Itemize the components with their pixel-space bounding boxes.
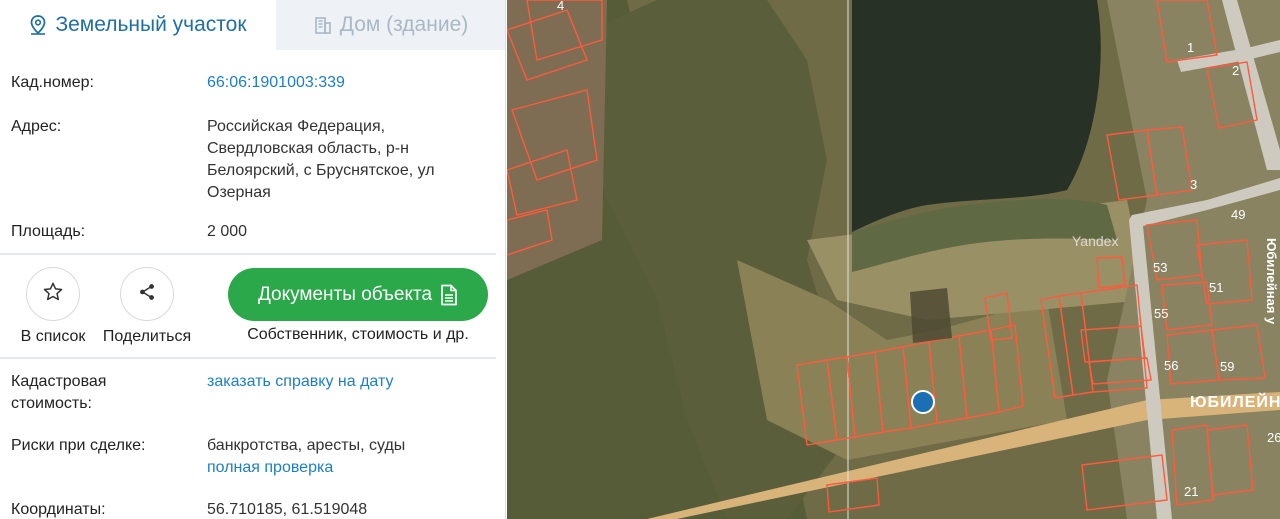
cadastral-cost-row: Кадастровая стоимость: заказать справку …	[11, 371, 496, 417]
house-number: 53	[1153, 260, 1167, 275]
info-panel: Земельный участок Дом (здание) Кад.номер…	[0, 0, 506, 519]
address-line: Белоярский, с Бруснятское, ул	[207, 162, 435, 179]
tab-land-plot-label: Земельный участок	[55, 13, 247, 36]
cadastral-cost-label-line: стоимость:	[11, 395, 92, 412]
documents-subtitle: Собственник, стоимость и др.	[247, 326, 469, 343]
house-number: 55	[1154, 306, 1168, 321]
coordinates-row: Координаты: 56.710185, 61.519048	[11, 499, 496, 519]
cadastral-cost-label: Кадастровая стоимость:	[11, 371, 201, 415]
street-label-main: ЮБИЛЕЙН	[1190, 392, 1280, 411]
house-number: 56	[1164, 358, 1178, 373]
divider	[0, 357, 496, 359]
coordinates-label: Координаты:	[11, 501, 106, 518]
full-check-link[interactable]: полная проверка	[207, 457, 496, 479]
house-number: 2	[1232, 63, 1239, 78]
order-statement-link[interactable]: заказать справку на дату	[207, 371, 496, 393]
house-number: 59	[1220, 359, 1234, 374]
document-icon	[440, 284, 458, 306]
house-number: 26	[1267, 430, 1280, 445]
location-marker[interactable]	[911, 390, 935, 414]
cadastral-row: Кад.номер: 66:06:1901003:339	[11, 72, 496, 96]
share-icon	[136, 281, 158, 308]
house-number: 3	[1190, 177, 1197, 192]
cadastral-number-link[interactable]: 66:06:1901003:339	[207, 72, 496, 94]
risks-text: банкротства, аресты, суды	[207, 437, 406, 454]
add-to-list-label: В список	[20, 328, 86, 345]
tab-house-label: Дом (здание)	[339, 13, 469, 36]
star-icon	[42, 281, 64, 308]
add-to-list-button[interactable]	[26, 267, 80, 321]
house-number: 21	[1184, 484, 1198, 499]
building-icon	[314, 16, 332, 34]
area-label: Площадь:	[11, 223, 86, 240]
tab-house[interactable]: Дом (здание)	[276, 0, 505, 50]
risks-row: Риски при сделке: банкротства, аресты, с…	[11, 435, 496, 481]
street-label-vertical: Юбилейная у	[1264, 238, 1279, 325]
house-number: 49	[1231, 207, 1245, 222]
tab-land-plot[interactable]: Земельный участок	[0, 0, 276, 50]
cadastral-cost-label-line: Кадастровая	[11, 373, 107, 390]
risks-value: банкротства, аресты, суды полная проверк…	[207, 435, 496, 479]
area-value: 2 000	[207, 223, 248, 240]
object-documents-button[interactable]: Документы объекта	[228, 268, 488, 321]
documents-button-label: Документы объекта	[257, 283, 433, 305]
address-line: Озерная	[207, 184, 271, 201]
map-canvas[interactable]: Yandex ЮБИЛЕЙН Юбилейная у 4 1 2 3 49 53…	[507, 0, 1280, 519]
address-label: Адрес:	[11, 118, 62, 135]
divider	[0, 253, 496, 255]
share-button[interactable]	[120, 267, 174, 321]
address-line: Российская Федерация,	[207, 118, 386, 135]
address-line: Свердловская область, р-н	[207, 140, 409, 157]
map-pin-icon	[29, 15, 47, 35]
risks-label: Риски при сделке:	[11, 437, 146, 454]
coordinates-value: 56.710185, 61.519048	[207, 501, 368, 518]
map-watermark: Yandex	[1072, 233, 1118, 249]
house-number: 1	[1187, 40, 1194, 55]
cadastral-label: Кад.номер:	[11, 74, 94, 91]
area-row: Площадь: 2 000	[11, 221, 496, 245]
address-value: Российская Федерация, Свердловская облас…	[207, 116, 496, 204]
house-number: 4	[557, 0, 564, 13]
address-row: Адрес: Российская Федерация, Свердловска…	[11, 116, 496, 206]
house-number: 51	[1209, 280, 1223, 295]
share-label: Поделиться	[102, 328, 192, 345]
satellite-map[interactable]: Yandex ЮБИЛЕЙН Юбилейная у 4 1 2 3 49 53…	[507, 0, 1280, 519]
tab-bar: Земельный участок Дом (здание)	[0, 0, 505, 50]
